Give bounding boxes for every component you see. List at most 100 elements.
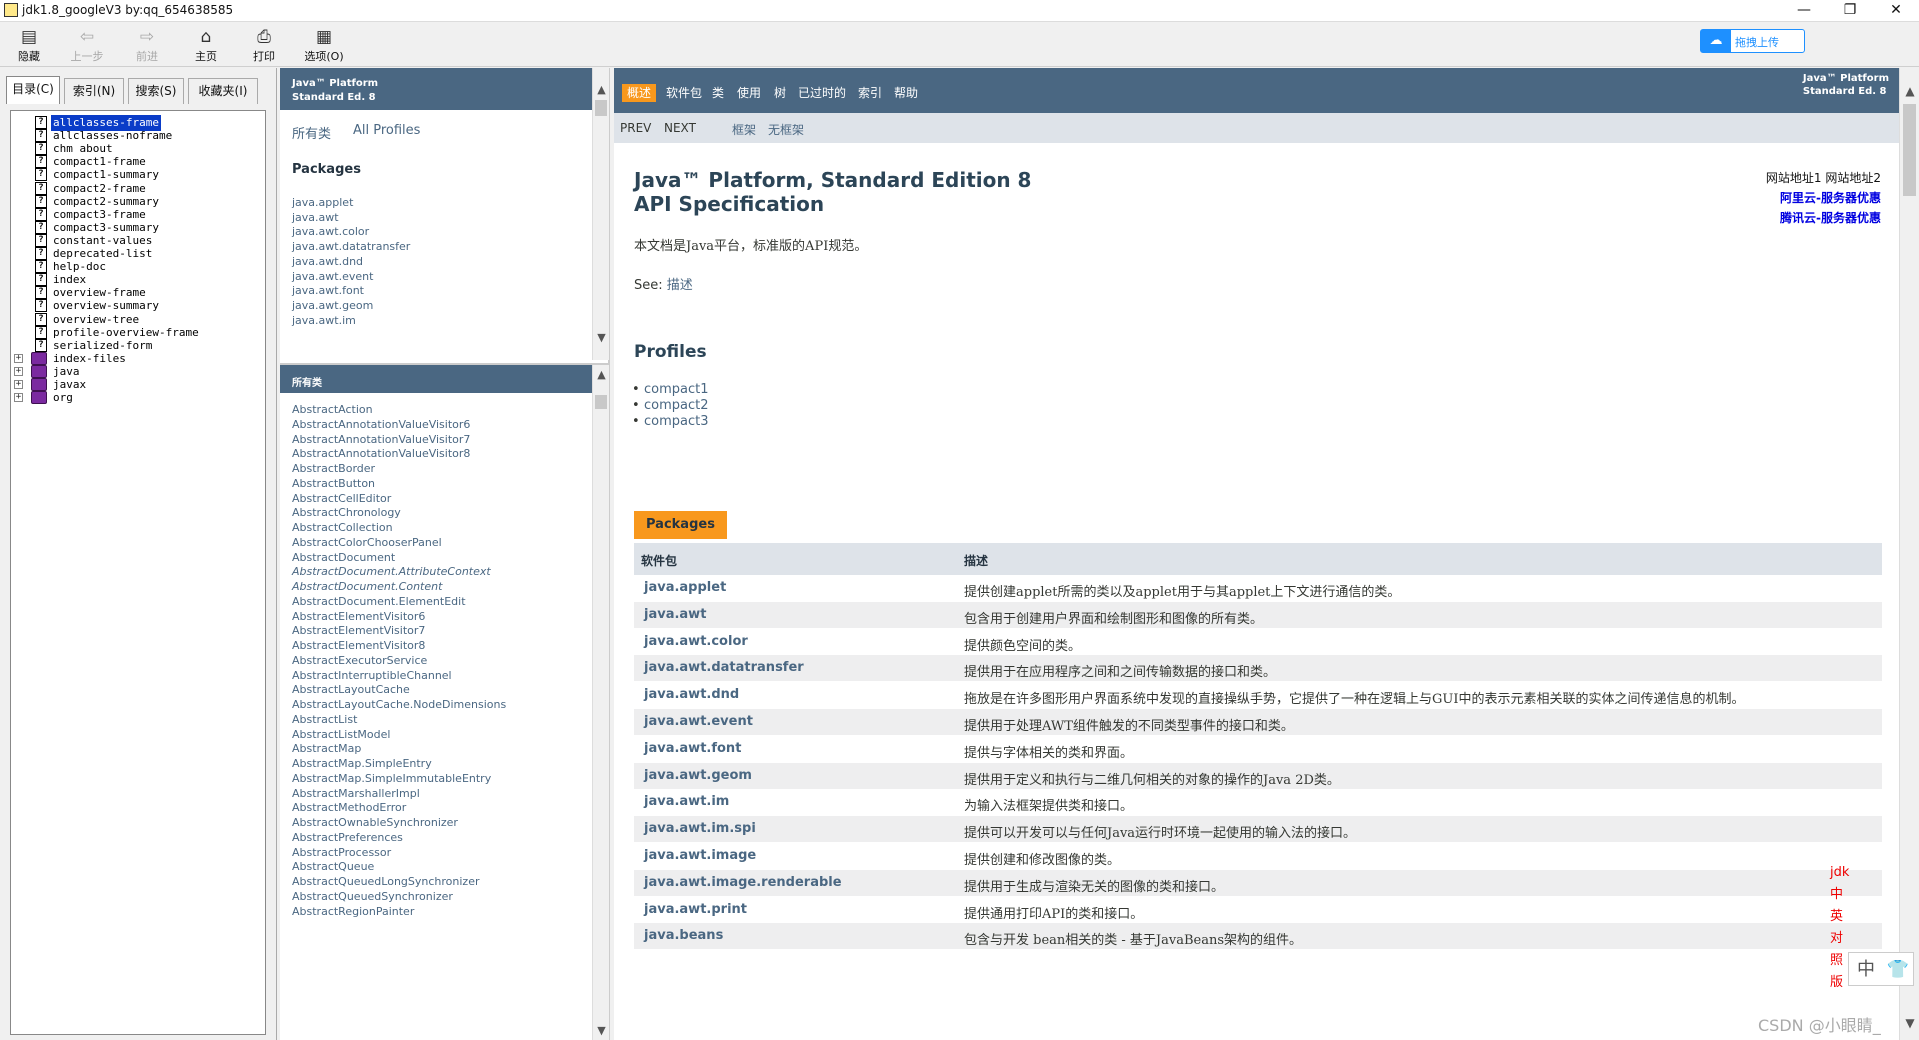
scroll-thumb[interactable] (1903, 104, 1916, 196)
forward-button[interactable]: ⇨ 前进 (122, 26, 172, 64)
description-link[interactable]: 描述 (667, 278, 693, 293)
class-link[interactable]: AbstractAnnotationValueVisitor7 (292, 433, 470, 446)
language-toggle-button[interactable]: 中 (1851, 957, 1881, 983)
hide-button[interactable]: ▤ 隐藏 (4, 26, 54, 64)
class-link[interactable]: AbstractMarshallerImpl (292, 787, 420, 800)
package-name-link[interactable]: java.awt (644, 607, 706, 622)
class-link[interactable]: AbstractCellEditor (292, 492, 391, 505)
class-link[interactable]: AbstractExecutorService (292, 654, 427, 667)
package-name-link[interactable]: java.awt.font (644, 741, 741, 756)
tab-favorites[interactable]: 收藏夹(I) (188, 78, 258, 104)
profile-link-compact2[interactable]: compact2 (632, 398, 708, 413)
scroll-down-icon[interactable]: ▼ (1900, 1014, 1919, 1032)
maximize-button[interactable]: ❐ (1827, 0, 1873, 22)
shirt-icon[interactable]: 👕 (1883, 957, 1913, 983)
class-link[interactable]: AbstractMethodError (292, 801, 406, 814)
scroll-up-icon[interactable]: ▲ (593, 82, 610, 98)
nav-class[interactable]: 类 (710, 84, 726, 102)
package-name-link[interactable]: java.awt.color (644, 634, 748, 649)
frames-link[interactable]: 框架 (732, 121, 756, 138)
package-link[interactable]: java.awt.font (292, 284, 364, 297)
back-button[interactable]: ⇦ 上一步 (62, 26, 112, 64)
scroll-up-icon[interactable]: ▲ (1900, 82, 1919, 100)
print-button[interactable]: ⎙ 打印 (239, 26, 289, 64)
package-link[interactable]: java.awt.dnd (292, 255, 363, 268)
expand-icon[interactable]: + (14, 353, 23, 363)
expand-icon[interactable]: + (14, 366, 23, 376)
class-link[interactable]: AbstractDocument.ElementEdit (292, 595, 466, 608)
profile-link-compact1[interactable]: compact1 (632, 382, 708, 397)
package-link[interactable]: java.applet (292, 196, 353, 209)
scroll-up-icon[interactable]: ▲ (593, 367, 610, 383)
package-name-link[interactable]: java.applet (644, 580, 726, 595)
all-classes-link[interactable]: 所有类 (292, 123, 331, 142)
aliyun-link[interactable]: 阿里云-服务器优惠 (1766, 188, 1881, 208)
scroll-down-icon[interactable]: ▼ (593, 330, 610, 346)
class-link[interactable]: AbstractButton (292, 477, 375, 490)
nav-help[interactable]: 帮助 (892, 84, 920, 102)
package-link[interactable]: java.awt.color (292, 225, 369, 238)
package-name-link[interactable]: java.beans (644, 928, 723, 943)
tab-search[interactable]: 搜索(S) (128, 78, 184, 104)
all-profiles-link[interactable]: All Profiles (353, 123, 420, 138)
nav-use[interactable]: 使用 (735, 84, 763, 102)
class-link[interactable]: AbstractDocument.Content (292, 580, 442, 593)
packages-scrollbar[interactable]: ▲ ▼ (592, 68, 609, 360)
class-link[interactable]: AbstractBorder (292, 462, 375, 475)
package-name-link[interactable]: java.awt.dnd (644, 687, 739, 702)
class-link[interactable]: AbstractElementVisitor8 (292, 639, 425, 652)
class-link[interactable]: AbstractProcessor (292, 846, 391, 859)
nav-package[interactable]: 软件包 (664, 84, 704, 102)
tencent-link[interactable]: 腾讯云-服务器优惠 (1766, 208, 1881, 228)
class-link[interactable]: AbstractMap.SimpleEntry (292, 757, 432, 770)
scroll-thumb[interactable] (595, 395, 607, 409)
class-link[interactable]: AbstractAction (292, 403, 373, 416)
scroll-thumb[interactable] (595, 100, 607, 116)
class-link[interactable]: AbstractPreferences (292, 831, 403, 844)
no-frames-link[interactable]: 无框架 (768, 121, 804, 138)
package-name-link[interactable]: java.awt.datatransfer (644, 660, 804, 675)
tab-index[interactable]: 索引(N) (64, 78, 124, 104)
package-name-link[interactable]: java.awt.event (644, 714, 753, 729)
class-link[interactable]: AbstractAnnotationValueVisitor6 (292, 418, 470, 431)
nav-overview[interactable]: 概述 (622, 84, 657, 102)
package-name-link[interactable]: java.awt.im.spi (644, 821, 756, 836)
next-link[interactable]: NEXT (664, 121, 696, 135)
expand-icon[interactable]: + (14, 380, 23, 389)
class-link[interactable]: AbstractInterruptibleChannel (292, 669, 452, 682)
class-link[interactable]: AbstractOwnableSynchronizer (292, 816, 458, 829)
class-link[interactable]: AbstractElementVisitor7 (292, 624, 425, 637)
class-link[interactable]: AbstractAnnotationValueVisitor8 (292, 447, 470, 460)
class-link[interactable]: AbstractElementVisitor6 (292, 610, 425, 623)
class-link[interactable]: AbstractQueuedSynchronizer (292, 890, 453, 903)
package-name-link[interactable]: java.awt.image (644, 848, 756, 863)
package-name-link[interactable]: java.awt.image.renderable (644, 875, 842, 890)
tab-contents[interactable]: 目录(C) (6, 76, 60, 104)
package-name-link[interactable]: java.awt.geom (644, 768, 752, 783)
scroll-down-icon[interactable]: ▼ (593, 1023, 610, 1039)
class-link[interactable]: AbstractListModel (292, 728, 390, 741)
class-link[interactable]: AbstractChronology (292, 506, 401, 519)
expand-icon[interactable]: + (14, 393, 23, 403)
home-button[interactable]: ⌂ 主页 (181, 26, 231, 64)
class-link[interactable]: AbstractMap.SimpleImmutableEntry (292, 772, 491, 785)
class-link[interactable]: AbstractCollection (292, 521, 393, 534)
options-button[interactable]: ▦ 选项(O) (299, 26, 349, 64)
content-scrollbar[interactable]: ▲ ▼ (1899, 68, 1919, 1040)
nav-tree[interactable]: 树 (772, 84, 788, 102)
class-link[interactable]: AbstractLayoutCache (292, 683, 410, 696)
class-link[interactable]: AbstractDocument (292, 551, 395, 564)
nav-deprecated[interactable]: 已过时的 (796, 84, 848, 102)
package-link[interactable]: java.awt.event (292, 270, 373, 283)
class-link[interactable]: AbstractList (292, 713, 357, 726)
class-link[interactable]: AbstractRegionPainter (292, 905, 414, 918)
class-link[interactable]: AbstractMap (292, 742, 361, 755)
classes-scrollbar[interactable]: ▲ ▼ (592, 365, 609, 1040)
prev-link[interactable]: PREV (620, 121, 651, 135)
jdk-bilingual-badge[interactable]: jdk 中 英 对 照 版 (1830, 862, 1850, 994)
class-link[interactable]: AbstractColorChooserPanel (292, 536, 442, 549)
class-link[interactable]: AbstractQueue (292, 860, 374, 873)
close-button[interactable]: ✕ (1873, 0, 1919, 22)
nav-index[interactable]: 索引 (856, 84, 884, 102)
class-link[interactable]: AbstractQueuedLongSynchronizer (292, 875, 480, 888)
